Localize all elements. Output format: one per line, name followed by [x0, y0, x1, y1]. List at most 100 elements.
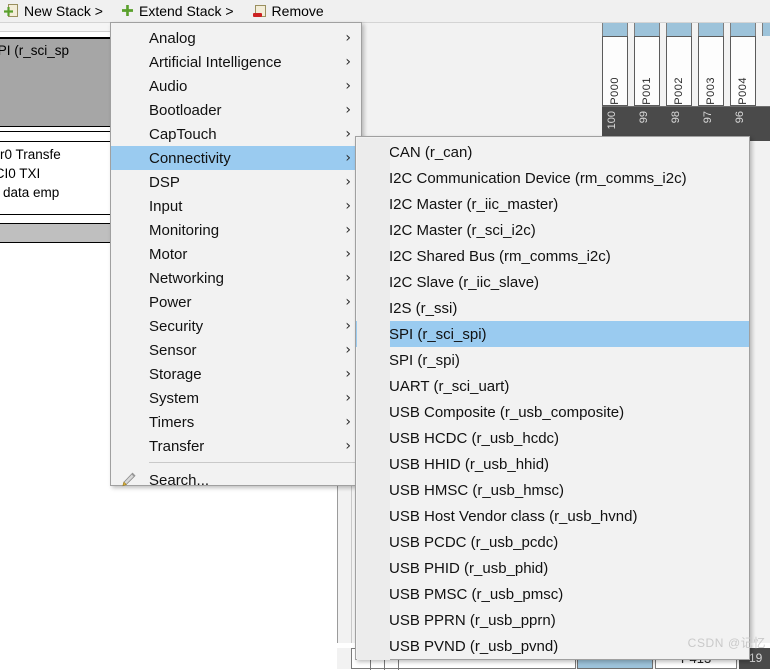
menu-item-motor[interactable]: Motor ›	[111, 242, 361, 266]
submenu-item-i2c-master-iic[interactable]: I2C Master (r_iic_master)	[356, 191, 749, 217]
menu-item-analog[interactable]: Analog ›	[111, 26, 361, 50]
menu-item-power[interactable]: Power ›	[111, 290, 361, 314]
module-node-icon	[356, 191, 389, 217]
submenu-item-label: USB Host Vendor class (r_usb_hvnd)	[389, 507, 638, 525]
module-node-icon	[356, 425, 389, 451]
submenu-item-label: I2C Shared Bus (rm_comms_i2c)	[389, 247, 611, 265]
menu-item-label: Power	[149, 293, 192, 311]
pin-number: 98	[670, 111, 682, 124]
module-node-icon	[356, 633, 389, 659]
menu-item-audio[interactable]: Audio ›	[111, 74, 361, 98]
module-node-icon	[356, 399, 389, 425]
submenu-item-usb-phid[interactable]: USB PHID (r_usb_phid)	[356, 555, 749, 581]
module-node-icon	[356, 269, 389, 295]
submenu-item-uart[interactable]: UART (r_sci_uart)	[356, 373, 749, 399]
chevron-right-icon: ›	[345, 414, 351, 430]
submenu-item-label: I2C Master (r_iic_master)	[389, 195, 559, 213]
menu-item-timers[interactable]: Timers ›	[111, 410, 361, 434]
pin-label: P004	[737, 77, 749, 105]
remove-button-label: Remove	[271, 3, 324, 19]
menu-item-label: Audio	[149, 77, 188, 95]
menu-item-label: Sensor	[149, 341, 197, 359]
connectivity-submenu[interactable]: CAN (r_can) I2C Communication Device (rm…	[355, 136, 750, 660]
extend-stack-button[interactable]: Extend Stack >	[115, 0, 242, 22]
submenu-item-label: USB HCDC (r_usb_hcdc)	[389, 429, 560, 447]
submenu-item-label: I2C Communication Device (rm_comms_i2c)	[389, 169, 687, 187]
chevron-right-icon: ›	[345, 366, 351, 382]
submenu-item-usb-hhid[interactable]: USB HHID (r_usb_hhid)	[356, 451, 749, 477]
menu-item-system[interactable]: System ›	[111, 386, 361, 410]
menu-item-label: Connectivity	[149, 149, 231, 167]
submenu-item-i2c-shared-bus[interactable]: I2C Shared Bus (rm_comms_i2c)	[356, 243, 749, 269]
submenu-item-usb-composite[interactable]: USB Composite (r_usb_composite)	[356, 399, 749, 425]
submenu-item-usb-host-vendor-class[interactable]: USB Host Vendor class (r_usb_hvnd)	[356, 503, 749, 529]
submenu-item-usb-hmsc[interactable]: USB HMSC (r_usb_hmsc)	[356, 477, 749, 503]
new-stack-category-menu[interactable]: Analog › Artificial Intelligence › Audio…	[110, 22, 362, 489]
chevron-right-icon: ›	[345, 246, 351, 262]
pin-body: P002	[666, 36, 692, 106]
menu-item-sensor[interactable]: Sensor ›	[111, 338, 361, 362]
submenu-item-usb-pcdc[interactable]: USB PCDC (r_usb_pcdc)	[356, 529, 749, 555]
submenu-item-label: USB HMSC (r_usb_hmsc)	[389, 481, 565, 499]
submenu-item-i2c-master-sci[interactable]: I2C Master (r_sci_i2c)	[356, 217, 749, 243]
pin-body: P000	[602, 36, 628, 106]
pen-icon	[119, 471, 137, 489]
pin-label: P002	[673, 77, 685, 105]
submenu-item-i2c-slave[interactable]: I2C Slave (r_iic_slave)	[356, 269, 749, 295]
menu-item-connectivity[interactable]: Connectivity ›	[111, 146, 361, 170]
menu-item-monitoring[interactable]: Monitoring ›	[111, 218, 361, 242]
remove-icon	[252, 3, 268, 19]
menu-item-captouch[interactable]: CapTouch ›	[111, 122, 361, 146]
menu-item-dsp[interactable]: DSP ›	[111, 170, 361, 194]
submenu-item-spi-sci[interactable]: SPI (r_sci_spi)	[356, 321, 749, 347]
submenu-item-i2s[interactable]: I2S (r_ssi)	[356, 295, 749, 321]
menu-item-input[interactable]: Input ›	[111, 194, 361, 218]
menu-item-label: Artificial Intelligence	[149, 53, 282, 71]
module-node-icon	[356, 139, 389, 165]
pin-number: 100	[606, 111, 618, 130]
module-node-icon	[356, 347, 389, 373]
menu-item-label: Transfer	[149, 437, 205, 455]
menu-item-security[interactable]: Security ›	[111, 314, 361, 338]
menu-item-label: Monitoring	[149, 221, 220, 239]
submenu-item-usb-hcdc[interactable]: USB HCDC (r_usb_hcdc)	[356, 425, 749, 451]
submenu-item-usb-pmsc[interactable]: USB PMSC (r_usb_pmsc)	[356, 581, 749, 607]
stack-toolbar: New Stack > Extend Stack > Remove	[0, 0, 770, 23]
submenu-item-label: CAN (r_can)	[389, 143, 473, 161]
menu-item-bootloader[interactable]: Bootloader ›	[111, 98, 361, 122]
submenu-item-usb-pprn[interactable]: USB PPRN (r_usb_pprn)	[356, 607, 749, 633]
module-node-icon	[356, 451, 389, 477]
submenu-item-spi[interactable]: SPI (r_spi)	[356, 347, 749, 373]
menu-item-label: Analog	[149, 29, 196, 47]
menu-item-networking[interactable]: Networking ›	[111, 266, 361, 290]
menu-item-storage[interactable]: Storage ›	[111, 362, 361, 386]
submenu-item-can[interactable]: CAN (r_can)	[356, 139, 749, 165]
menu-item-transfer[interactable]: Transfer ›	[111, 434, 361, 458]
remove-button[interactable]: Remove	[248, 0, 332, 22]
menu-item-label: Security	[149, 317, 204, 335]
submenu-item-i2c-communication-device[interactable]: I2C Communication Device (rm_comms_i2c)	[356, 165, 749, 191]
pin-label: P003	[705, 77, 717, 105]
menu-item-artificial-intelligence[interactable]: Artificial Intelligence ›	[111, 50, 361, 74]
menu-item-label: Timers	[149, 413, 195, 431]
new-stack-button[interactable]: New Stack >	[0, 0, 111, 22]
chevron-right-icon: ›	[345, 78, 351, 94]
submenu-item-label: USB PHID (r_usb_phid)	[389, 559, 549, 577]
watermark: CSDN @记忆	[687, 636, 766, 650]
menu-item-search[interactable]: Search...	[111, 467, 361, 493]
module-node-icon	[356, 581, 389, 607]
menu-item-label: Storage	[149, 365, 202, 383]
submenu-item-label: UART (r_sci_uart)	[389, 377, 510, 395]
submenu-item-label: SPI (r_spi)	[389, 351, 460, 369]
chevron-right-icon: ›	[345, 150, 351, 166]
menu-item-label: DSP	[149, 173, 180, 191]
submenu-item-label: SPI (r_sci_spi)	[389, 325, 487, 343]
menu-item-label: Bootloader	[149, 101, 222, 119]
module-node-icon	[356, 295, 389, 321]
module-node-icon	[356, 373, 389, 399]
menu-item-label: Motor	[149, 245, 188, 263]
submenu-item-label: USB HHID (r_usb_hhid)	[389, 455, 550, 473]
submenu-item-label: I2S (r_ssi)	[389, 299, 458, 317]
menu-item-search-label: Search...	[149, 471, 210, 489]
module-node-icon	[356, 165, 389, 191]
